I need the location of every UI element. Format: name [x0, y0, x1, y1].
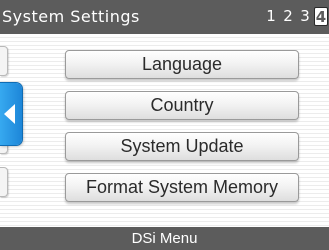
- page-number-4-current[interactable]: 4: [314, 7, 328, 26]
- page-number-1[interactable]: 1: [264, 7, 278, 26]
- previous-page-button[interactable]: [0, 83, 22, 145]
- left-arrow-icon: [4, 104, 15, 124]
- settings-screen: System Settings 1 2 3 4 Language Country…: [0, 0, 329, 250]
- dsi-menu-button[interactable]: DSi Menu: [0, 227, 329, 250]
- page-number-2[interactable]: 2: [281, 7, 295, 26]
- side-tab: [0, 46, 8, 76]
- page-number-3[interactable]: 3: [298, 7, 312, 26]
- settings-list-area: Language Country System Update Format Sy…: [0, 34, 329, 227]
- header-bar: System Settings 1 2 3 4: [0, 0, 329, 34]
- dsi-menu-label: DSi Menu: [131, 230, 198, 247]
- side-tab: [0, 167, 8, 197]
- page-title: System Settings: [2, 7, 140, 26]
- country-button[interactable]: Country: [65, 91, 299, 120]
- system-update-button[interactable]: System Update: [65, 132, 299, 161]
- format-system-memory-button[interactable]: Format System Memory: [65, 173, 299, 202]
- language-button[interactable]: Language: [65, 50, 299, 79]
